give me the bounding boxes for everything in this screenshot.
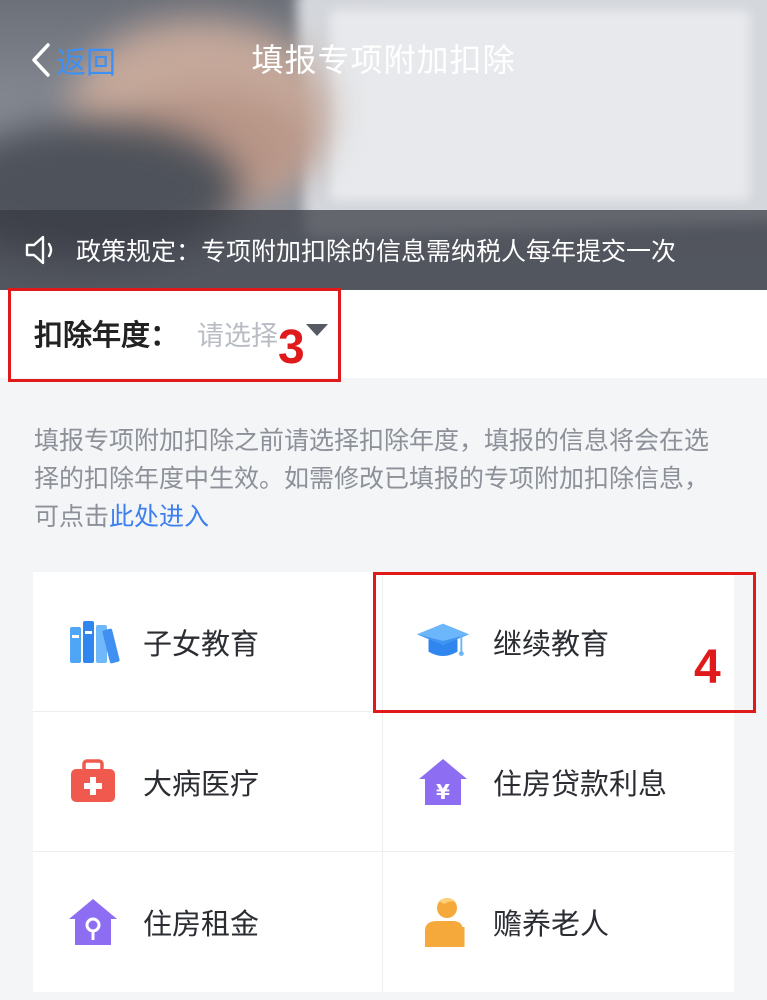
nav-bar: 返回 填报专项附加扣除 [0,0,767,120]
category-housing-rent[interactable]: 住房租金 [33,852,383,992]
books-icon [65,614,121,670]
category-housing-loan-interest[interactable]: ¥ 住房贷款利息 [383,712,734,852]
category-children-education[interactable]: 子女教育 [33,572,383,712]
page-title: 填报专项附加扣除 [251,41,516,79]
speaker-icon [25,235,53,265]
category-label: 子女教育 [143,626,260,661]
category-supporting-elderly[interactable]: 赡养老人 [383,852,734,992]
category-label: 住房贷款利息 [493,766,668,801]
house-yuan-icon: ¥ [415,754,471,810]
category-label: 赡养老人 [493,907,610,941]
policy-notice-bar: 政策规定：专项附加扣除的信息需纳税人每年提交一次 [0,210,767,290]
category-serious-illness[interactable]: 大病医疗 [33,712,383,852]
medical-kit-icon [65,754,121,810]
annotation-number-4: 4 [694,641,721,694]
annotation-number-3: 3 [278,321,305,374]
category-label: 住房租金 [143,907,260,941]
category-label: 大病医疗 [143,766,260,801]
hint-text: 填报专项附加扣除之前请选择扣除年度，填报的信息将会在选择的扣除年度中生效。如需修… [34,422,724,536]
elderly-person-icon [415,894,471,950]
edit-entry-link[interactable]: 此处进入 [109,502,209,531]
svg-text:¥: ¥ [436,780,450,804]
house-key-icon [65,894,121,950]
policy-notice-text: 政策规定：专项附加扣除的信息需纳税人每年提交一次 [76,237,677,266]
